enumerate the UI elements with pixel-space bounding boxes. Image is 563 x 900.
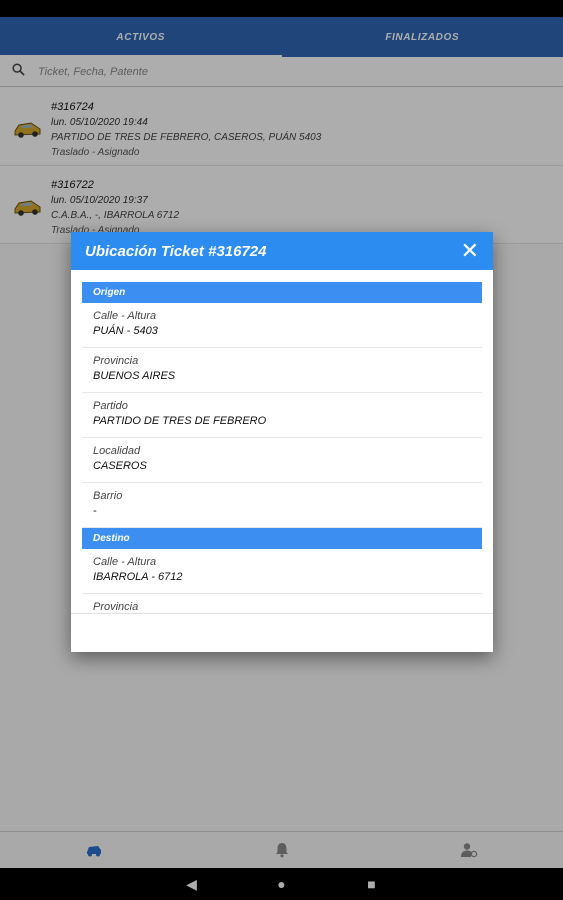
field-partido: Partido PARTIDO DE TRES DE FEBRERO — [82, 393, 482, 438]
field-barrio: Barrio - — [82, 483, 482, 528]
field-label: Localidad — [93, 445, 141, 457]
field-value: PUÁN - 5403 — [93, 325, 158, 337]
field-label: Calle - Altura — [93, 310, 157, 322]
field-provincia: Provincia — [82, 594, 482, 612]
field-label: Calle - Altura — [93, 556, 157, 568]
location-dialog: Ubicación Ticket #316724 ✕ Origen Calle … — [71, 232, 493, 652]
field-localidad: Localidad CASEROS — [82, 438, 482, 483]
field-provincia: Provincia BUENOS AIRES — [82, 348, 482, 393]
dialog-header: Ubicación Ticket #316724 ✕ — [71, 232, 493, 270]
dialog-divider — [71, 613, 493, 614]
dialog-title: Ubicación Ticket #316724 — [85, 242, 267, 260]
field-calle-altura: Calle - Altura IBARROLA - 6712 — [82, 549, 482, 594]
field-value: CASEROS — [93, 460, 147, 472]
field-value: IBARROLA - 6712 — [93, 571, 183, 583]
section-origen: Origen — [82, 282, 482, 303]
section-destino: Destino — [82, 528, 482, 549]
dialog-body[interactable]: Origen Calle - Altura PUÁN - 5403 Provin… — [82, 282, 482, 612]
field-label: Partido — [93, 400, 128, 412]
field-value: BUENOS AIRES — [93, 370, 176, 382]
close-icon[interactable]: ✕ — [461, 240, 479, 262]
field-label: Provincia — [93, 355, 139, 367]
field-value: - — [93, 505, 97, 517]
field-label: Barrio — [93, 490, 123, 502]
field-calle-altura: Calle - Altura PUÁN - 5403 — [82, 303, 482, 348]
field-label: Provincia — [93, 601, 139, 612]
field-value: PARTIDO DE TRES DE FEBRERO — [93, 415, 267, 427]
